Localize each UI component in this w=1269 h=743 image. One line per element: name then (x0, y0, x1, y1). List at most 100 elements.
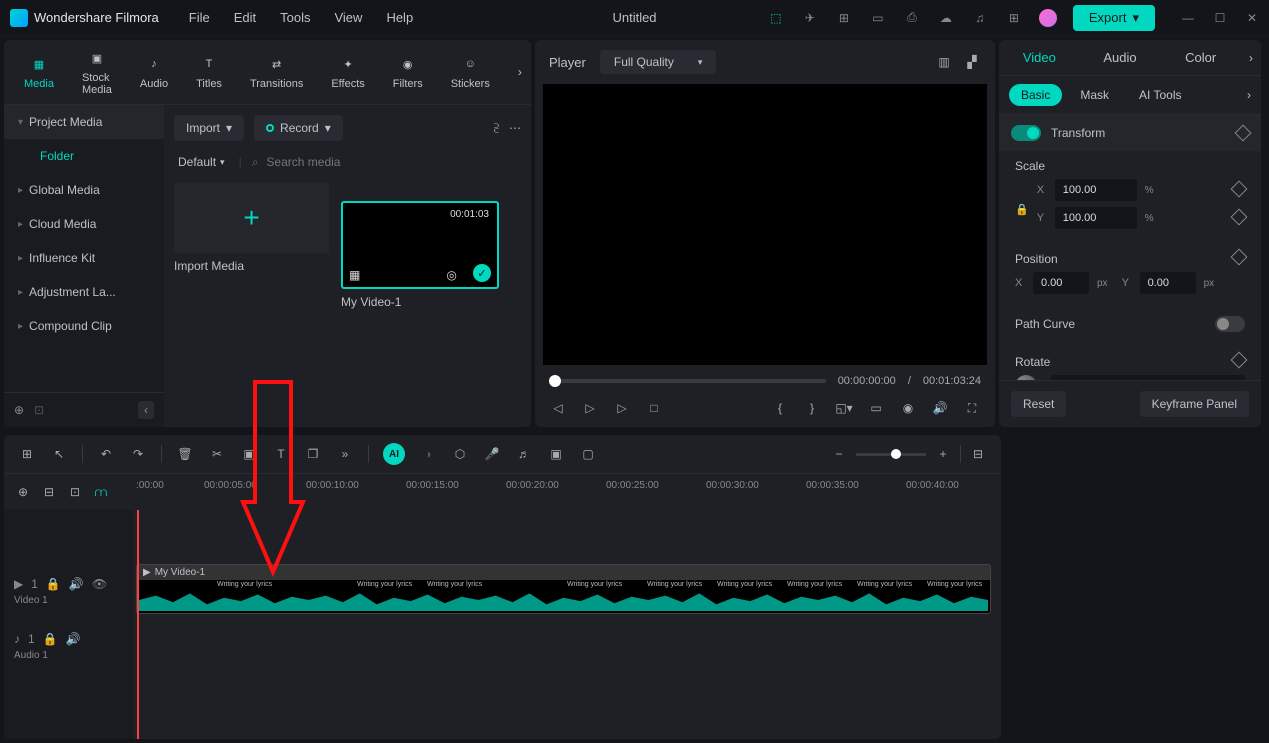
sidebar-folder[interactable]: Folder (4, 139, 164, 173)
menu-view[interactable]: View (334, 10, 362, 25)
menu-edit[interactable]: Edit (234, 10, 256, 25)
tl-marker-icon[interactable]: ▢ (579, 445, 597, 463)
export-button[interactable]: Export▾ (1073, 5, 1155, 31)
transform-keyframe-icon[interactable] (1235, 125, 1252, 142)
scale-x-input[interactable] (1055, 179, 1137, 201)
rotate-keyframe-icon[interactable] (1231, 352, 1248, 369)
media-clip-thumb[interactable]: 00:01:03 ▦ ◎ ✓ (341, 201, 499, 289)
gift-icon[interactable]: ⬚ (767, 9, 785, 27)
tab-stock[interactable]: ▣Stock Media (82, 48, 112, 96)
position-keyframe-icon[interactable] (1231, 249, 1248, 266)
pos-y-input[interactable] (1140, 272, 1196, 294)
mark-out-icon[interactable]: } (803, 399, 821, 417)
compare-view-icon[interactable]: ▥ (935, 53, 953, 71)
timeline-ruler[interactable]: :00:00 00:00:05:00 00:00:10:00 00:00:15:… (134, 474, 1001, 510)
playhead[interactable] (137, 510, 139, 739)
tab-stickers[interactable]: ☺Stickers (451, 54, 490, 90)
cloud-icon[interactable]: ☁ (937, 9, 955, 27)
import-button[interactable]: Import▾ (174, 115, 244, 141)
record-button[interactable]: Record▾ (254, 115, 343, 141)
save-icon[interactable]: ⎙ (903, 9, 921, 27)
tab-titles[interactable]: TTitles (196, 54, 222, 90)
subtab-basic[interactable]: Basic (1009, 84, 1062, 106)
fullscreen-icon[interactable]: ⛶ (963, 399, 981, 417)
tl-undo-icon[interactable]: ↶ (97, 445, 115, 463)
tl-music-note-icon[interactable]: ♬ (515, 445, 533, 463)
speaker-icon[interactable]: 🔊 (69, 577, 84, 591)
sidebar-project-media[interactable]: ▾Project Media (4, 105, 164, 139)
tl-crop-icon[interactable]: ▣ (240, 445, 258, 463)
search-input[interactable] (266, 155, 521, 169)
tl-layout-icon[interactable]: ⊞ (18, 445, 36, 463)
screenshot-player-icon[interactable]: ▭ (867, 399, 885, 417)
lock-icon[interactable]: 🔒 (46, 577, 61, 591)
mark-in-icon[interactable]: { (771, 399, 789, 417)
menu-file[interactable]: File (189, 10, 210, 25)
image-view-icon[interactable]: ▞ (963, 53, 981, 71)
import-media-tile[interactable]: + (174, 183, 329, 253)
transform-toggle[interactable] (1011, 125, 1041, 141)
minimize-button[interactable]: — (1181, 11, 1195, 25)
quality-select[interactable]: Full Quality▾ (600, 50, 717, 74)
scale-y-keyframe-icon[interactable] (1231, 208, 1248, 225)
default-sort-select[interactable]: Default▾ (174, 151, 229, 173)
lock-audio-icon[interactable]: 🔒 (43, 632, 58, 646)
sidebar-compound-clip[interactable]: ▸Compound Clip (4, 309, 164, 343)
tl-zoom-in-icon[interactable]: + (934, 445, 952, 463)
tab-filters[interactable]: ◉Filters (393, 54, 423, 90)
progress-handle[interactable] (549, 375, 561, 387)
more-options-icon[interactable]: ⋯ (509, 121, 521, 136)
tl-magnet-icon[interactable]: ⩋ (92, 483, 110, 501)
new-folder-icon[interactable]: ⊕ (14, 403, 24, 417)
speaker-audio-icon[interactable]: 🔊 (66, 632, 81, 646)
headphone-icon[interactable]: ♫ (971, 9, 989, 27)
props-tabs-more-icon[interactable]: › (1241, 51, 1261, 65)
grid-apps-icon[interactable]: ⊞ (1005, 9, 1023, 27)
tl-copy-icon[interactable]: ❐ (304, 445, 322, 463)
tab-effects[interactable]: ✦Effects (331, 54, 364, 90)
keyframe-panel-button[interactable]: Keyframe Panel (1140, 391, 1249, 417)
player-viewport[interactable] (543, 84, 987, 365)
folder-settings-icon[interactable]: ⊡ (34, 403, 44, 417)
tl-record-icon[interactable]: ▣ (547, 445, 565, 463)
menu-tools[interactable]: Tools (280, 10, 310, 25)
pos-x-input[interactable] (1033, 272, 1089, 294)
tl-mic-icon[interactable]: 🎤 (483, 445, 501, 463)
tl-track-opt-icon[interactable]: ⊡ (66, 483, 84, 501)
stop-icon[interactable]: □ (645, 399, 663, 417)
filter-icon[interactable]: ⫔ (494, 121, 499, 136)
tl-color-icon[interactable]: ◑ (419, 445, 437, 463)
tl-track-link-icon[interactable]: ⊟ (40, 483, 58, 501)
next-frame-icon[interactable]: ▷ (613, 399, 631, 417)
subtabs-more-icon[interactable]: › (1247, 88, 1251, 102)
tl-more-icon[interactable]: » (336, 445, 354, 463)
device-icon[interactable]: ⊞ (835, 9, 853, 27)
sidebar-adjustment-layer[interactable]: ▸Adjustment La... (4, 275, 164, 309)
reset-button[interactable]: Reset (1011, 391, 1066, 417)
close-button[interactable]: ✕ (1245, 11, 1259, 25)
screen-icon[interactable]: ▭ (869, 9, 887, 27)
send-icon[interactable]: ✈ (801, 9, 819, 27)
link-lock-icon[interactable]: 🔒 (1015, 203, 1029, 216)
avatar-icon[interactable] (1039, 9, 1057, 27)
prev-frame-icon[interactable]: ◁ (549, 399, 567, 417)
tab-audio[interactable]: ♪Audio (140, 54, 168, 90)
progress-bar[interactable] (549, 379, 826, 383)
timeline-video-clip[interactable]: ▶My Video-1 Writing your lyrics Writing … (136, 564, 991, 614)
audio-track-header[interactable]: ♪1🔒🔊 Audio 1 (4, 619, 134, 674)
subtab-mask[interactable]: Mask (1068, 84, 1121, 106)
volume-icon[interactable]: 🔊 (931, 399, 949, 417)
tl-track-add-icon[interactable]: ⊕ (14, 483, 32, 501)
props-tab-color[interactable]: Color (1160, 40, 1241, 75)
eye-icon[interactable]: 👁 (92, 577, 107, 591)
path-curve-toggle[interactable] (1215, 316, 1245, 332)
tl-fit-icon[interactable]: ⊟ (969, 445, 987, 463)
sidebar-global-media[interactable]: ▸Global Media (4, 173, 164, 207)
menu-help[interactable]: Help (386, 10, 413, 25)
tl-delete-icon[interactable]: 🗑 (176, 445, 194, 463)
maximize-button[interactable]: ☐ (1213, 11, 1227, 25)
subtab-ai-tools[interactable]: AI Tools (1127, 84, 1193, 106)
props-tab-video[interactable]: Video (999, 40, 1080, 75)
scale-y-input[interactable] (1055, 207, 1137, 229)
scale-x-keyframe-icon[interactable] (1231, 180, 1248, 197)
